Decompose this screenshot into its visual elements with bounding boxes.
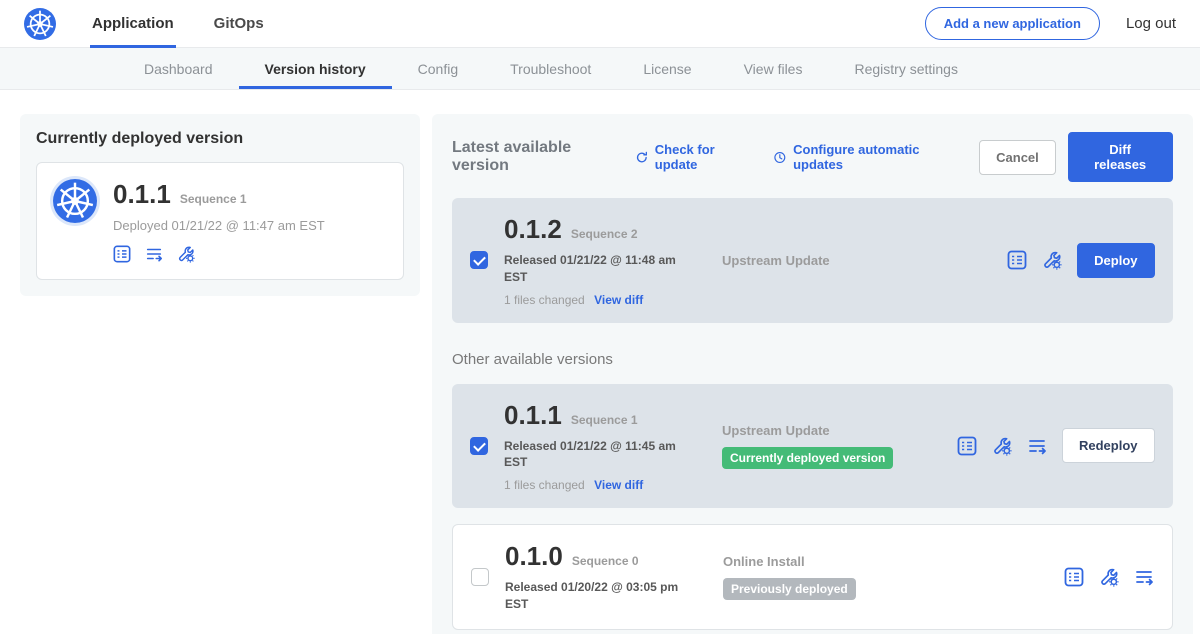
version-row-0-1-0: 0.1.0 Sequence 0 Released 01/20/22 @ 03:0… [452,524,1173,630]
logout-link[interactable]: Log out [1126,15,1176,32]
nav-tab-application[interactable]: Application [90,0,176,48]
subnav-tab-version-history[interactable]: Version history [239,48,392,89]
version-info: 0.1.1 Sequence 1 Released 01/21/22 @ 11:4… [504,400,722,493]
version-number: 0.1.0 [505,541,563,571]
source-label: Upstream Update [722,423,957,438]
sequence-label: Sequence 2 [571,227,638,241]
configure-automatic-updates-label: Configure automatic updates [793,142,957,172]
version-actions: Redeploy [957,428,1155,463]
other-versions-title: Other available versions [452,351,1173,368]
version-number: 0.1.2 [504,214,562,244]
version-actions [1064,567,1154,587]
currently-deployed-badge: Currently deployed version [722,447,893,469]
version-history-panel: Latest available version Check for updat… [432,114,1193,634]
nav-tab-gitops[interactable]: GitOps [212,0,266,48]
check-for-update-link[interactable]: Check for update [635,142,751,172]
kubernetes-logo-icon[interactable] [24,8,56,40]
subnav-tab-registry-settings[interactable]: Registry settings [828,48,983,89]
edit-config-icon[interactable] [1099,567,1119,587]
subnav-tab-view-files[interactable]: View files [718,48,829,89]
refresh-icon [635,150,649,165]
deployed-version-number: 0.1.1 [113,179,171,209]
view-logs-icon[interactable] [145,245,163,263]
deployed-timestamp: Deployed 01/21/22 @ 11:47 am EST [113,218,325,233]
subnav-tab-config[interactable]: Config [392,48,484,89]
version-info: 0.1.0 Sequence 0 Released 01/20/22 @ 03:0… [505,541,723,613]
version-number: 0.1.1 [504,400,562,430]
main-nav: Application GitOps [90,0,302,48]
configure-automatic-updates-link[interactable]: Configure automatic updates [773,142,957,172]
version-row-0-1-1: 0.1.1 Sequence 1 Released 01/21/22 @ 11:4… [452,384,1173,509]
release-notes-icon[interactable] [957,436,977,456]
view-diff-link[interactable]: View diff [594,478,643,492]
release-notes-icon[interactable] [1007,250,1027,270]
diff-releases-button[interactable]: Diff releases [1068,132,1173,182]
subnav-tab-troubleshoot[interactable]: Troubleshoot [484,48,617,89]
edit-config-icon[interactable] [177,245,195,263]
previously-deployed-badge: Previously deployed [723,578,856,600]
view-logs-icon[interactable] [1134,567,1154,587]
edit-config-icon[interactable] [1042,250,1062,270]
add-new-application-button[interactable]: Add a new application [925,7,1100,40]
files-changed-label: 1 files changed [504,478,585,492]
version-source: Online Install Previously deployed [723,554,958,600]
version-actions: Deploy [1007,243,1154,278]
source-label: Upstream Update [722,253,957,268]
released-timestamp: Released 01/21/22 @ 11:48 am EST [504,252,684,286]
version-checkbox[interactable] [471,568,489,586]
released-timestamp: Released 01/20/22 @ 03:05 pm EST [505,579,685,613]
view-diff-link[interactable]: View diff [594,293,643,307]
version-info: 0.1.2 Sequence 2 Released 01/21/22 @ 11:4… [504,214,722,307]
deployed-version-details: 0.1.1 Sequence 1 Deployed 01/21/22 @ 11:4… [113,179,325,263]
source-label: Online Install [723,554,958,569]
latest-version-title: Latest available version [452,139,617,175]
deployed-sequence-label: Sequence 1 [180,192,247,206]
deployed-card-title: Currently deployed version [36,130,404,148]
app-header: Application GitOps Add a new application… [0,0,1200,48]
redeploy-button[interactable]: Redeploy [1062,428,1155,463]
subnav-tab-dashboard[interactable]: Dashboard [118,48,239,89]
sequence-label: Sequence 1 [571,413,638,427]
files-changed-label: 1 files changed [504,293,585,307]
main-content: Currently deployed version 0.1.1 Sequence… [0,90,1200,634]
version-checkbox[interactable] [470,437,488,455]
deploy-button[interactable]: Deploy [1077,243,1154,278]
version-checkbox[interactable] [470,251,488,269]
version-source: Upstream Update [722,253,957,268]
check-for-update-label: Check for update [655,142,752,172]
app-subnav: Dashboard Version history Config Trouble… [0,48,1200,90]
edit-config-icon[interactable] [992,436,1012,456]
release-notes-icon[interactable] [113,245,131,263]
release-notes-icon[interactable] [1064,567,1084,587]
deployed-version-card: 0.1.1 Sequence 1 Deployed 01/21/22 @ 11:4… [36,162,404,280]
version-row-0-1-2: 0.1.2 Sequence 2 Released 01/21/22 @ 11:4… [452,198,1173,323]
sequence-label: Sequence 0 [572,554,639,568]
latest-version-header: Latest available version Check for updat… [452,132,1173,182]
version-source: Upstream Update Currently deployed versi… [722,423,957,469]
currently-deployed-card: Currently deployed version 0.1.1 Sequence… [20,114,420,296]
clock-icon [773,150,787,165]
subnav-tab-license[interactable]: License [617,48,717,89]
released-timestamp: Released 01/21/22 @ 11:45 am EST [504,438,684,472]
left-column: Currently deployed version 0.1.1 Sequence… [20,114,420,634]
view-logs-icon[interactable] [1027,436,1047,456]
app-kubernetes-icon [53,179,97,223]
cancel-button[interactable]: Cancel [979,140,1056,175]
